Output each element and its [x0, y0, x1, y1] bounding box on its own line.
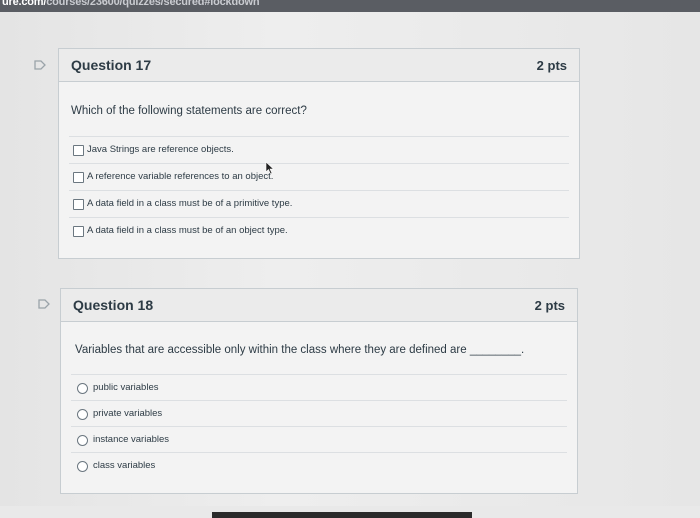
- radio-button[interactable]: [77, 435, 88, 446]
- answer-label: private variables: [93, 408, 163, 419]
- answer-label: class variables: [93, 460, 156, 471]
- answer-option[interactable]: public variables: [71, 374, 567, 401]
- radio-button[interactable]: [77, 383, 88, 394]
- flag-icon[interactable]: [34, 60, 46, 70]
- checkbox[interactable]: [73, 226, 84, 237]
- bottom-bar: [212, 512, 472, 518]
- answer-option[interactable]: instance variables: [71, 426, 567, 453]
- browser-address-bar[interactable]: ure.com/courses/23600/quizzes/secured#lo…: [0, 0, 700, 12]
- question-title: Question 17: [71, 57, 152, 73]
- quiz-page: Question 17 2 pts Which of the following…: [0, 12, 700, 518]
- answer-label: public variables: [93, 382, 159, 393]
- question-prompt: Variables that are accessible only withi…: [75, 344, 525, 356]
- question-prompt: Which of the following statements are co…: [71, 105, 307, 117]
- answer-option[interactable]: A data field in a class must be of a pri…: [69, 190, 569, 217]
- answer-label: A data field in a class must be of a pri…: [87, 198, 293, 209]
- radio-button[interactable]: [77, 461, 88, 472]
- checkbox[interactable]: [73, 145, 84, 156]
- question-18-card: Question 18 2 pts Variables that are acc…: [60, 288, 578, 494]
- answer-option[interactable]: A reference variable references to an ob…: [69, 163, 569, 190]
- answer-option[interactable]: Java Strings are reference objects.: [69, 136, 569, 163]
- mouse-pointer-icon: [265, 161, 275, 175]
- answer-label: A data field in a class must be of an ob…: [87, 225, 288, 236]
- checkbox[interactable]: [73, 199, 84, 210]
- answer-option[interactable]: private variables: [71, 400, 567, 427]
- question-title: Question 18: [73, 297, 154, 313]
- url-text: ure.com/courses/23600/quizzes/secured#lo…: [2, 0, 260, 8]
- checkbox[interactable]: [73, 172, 84, 183]
- answer-option[interactable]: A data field in a class must be of an ob…: [69, 217, 569, 244]
- question-points: 2 pts: [536, 58, 567, 73]
- answer-label: instance variables: [93, 434, 170, 445]
- question-header: Question 18 2 pts: [61, 289, 577, 322]
- question-points: 2 pts: [534, 298, 565, 313]
- answer-label: A reference variable references to an ob…: [87, 171, 274, 182]
- answer-label: Java Strings are reference objects.: [87, 144, 234, 155]
- radio-button[interactable]: [77, 409, 88, 420]
- question-header: Question 17 2 pts: [59, 49, 579, 82]
- answer-option[interactable]: class variables: [71, 452, 567, 479]
- question-17-card: Question 17 2 pts Which of the following…: [58, 48, 580, 259]
- flag-icon[interactable]: [38, 299, 50, 309]
